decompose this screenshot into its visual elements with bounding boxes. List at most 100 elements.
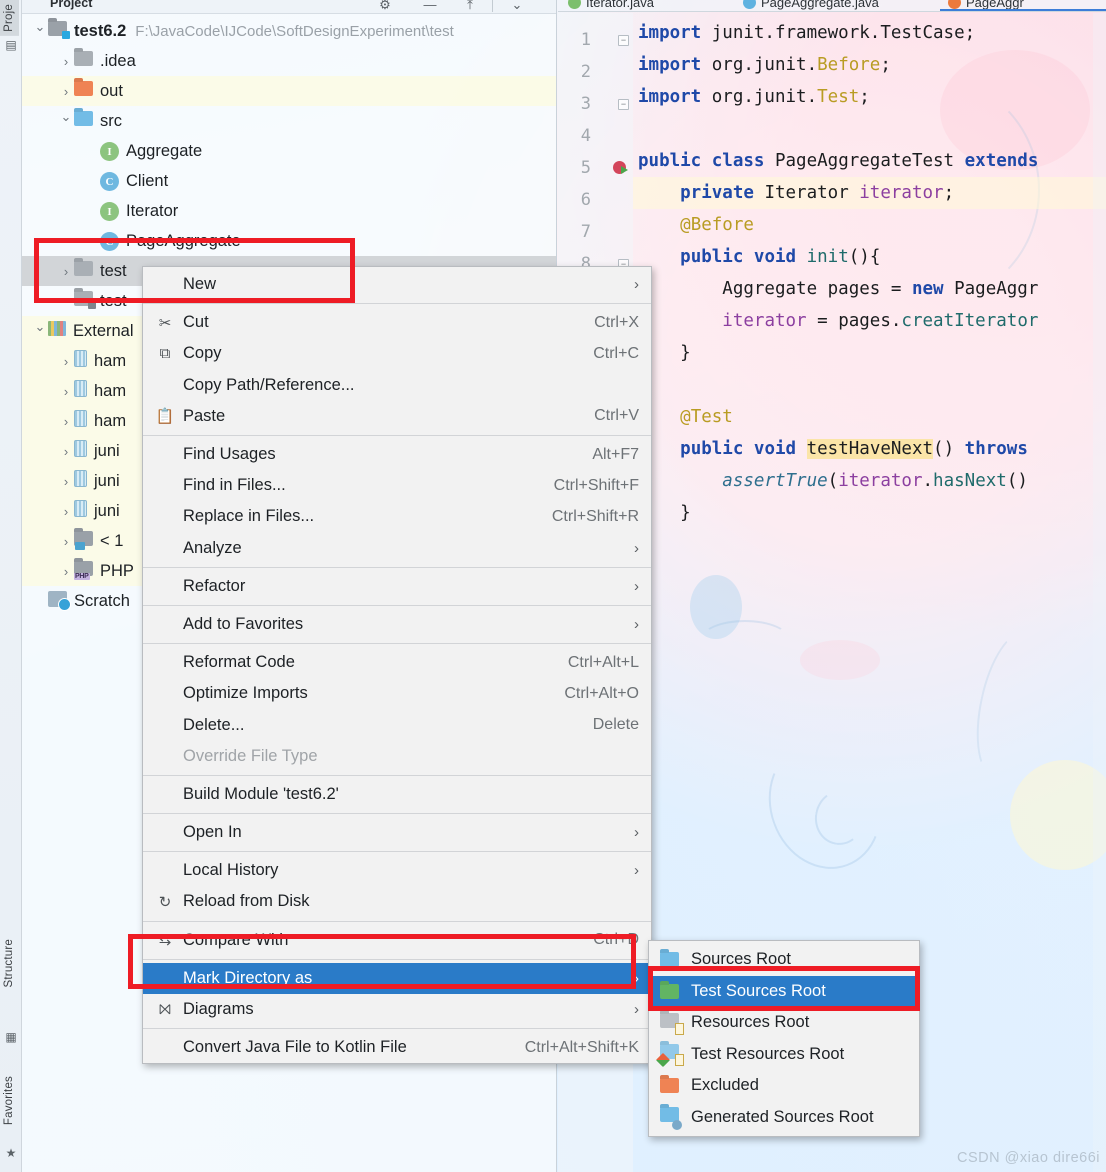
menu-item-compare-with[interactable]: ⇆ Compare With Ctrl+D [143,925,651,956]
chevron-right-icon: › [634,577,639,595]
chevron-right-icon[interactable] [58,564,74,579]
tree-row[interactable]: test6.2 F:\JavaCode\IJCode\SoftDesignExpe… [22,16,556,46]
menu-item-shortcut: Ctrl+Shift+F [553,476,639,494]
menu-item-new[interactable]: New › [143,269,651,300]
menu-item-add-to-favorites[interactable]: Add to Favorites › [143,609,651,640]
menu-separator [143,920,651,922]
menu-item-label: Reformat Code [183,653,295,672]
submenu-item-test-sources-root[interactable]: Test Sources Root [649,975,919,1007]
menu-item-find-in-files[interactable]: Find in Files... Ctrl+Shift+F [143,470,651,501]
tree-row[interactable]: I Iterator [22,196,556,226]
menu-item-shortcut: Delete [592,716,639,734]
submenu-item-sources-root[interactable]: Sources Root [649,944,919,976]
tree-item-label: ham [94,411,127,430]
editor-tab-iterator[interactable]: Iterator.java [568,0,654,10]
editor-tab-bar: Iterator.java PageAggregate.java PageAgg… [558,0,1106,12]
external-libraries-icon [48,321,66,341]
tree-row[interactable]: C Client [22,166,556,196]
menu-item-optimize-imports[interactable]: Optimize Imports Ctrl+Alt+O [143,678,651,709]
tree-item-label: PHP [100,561,134,580]
submenu-item-label: Excluded [691,1076,759,1095]
chevron-right-icon[interactable] [58,474,74,489]
chevron-right-icon: › [634,539,639,557]
menu-item-shortcut: Ctrl+X [594,313,639,331]
minimize-icon[interactable]: — [422,0,438,12]
resources-folder-icon [660,1012,684,1035]
submenu-item-resources-root[interactable]: Resources Root [649,1007,919,1039]
chevron-right-icon[interactable] [58,54,74,69]
chevron-down-icon[interactable] [32,323,48,339]
menu-item-label: Paste [183,406,226,425]
menu-item-replace-in-files[interactable]: Replace in Files... Ctrl+Shift+R [143,501,651,532]
menu-separator [143,643,651,645]
run-test-gutter-icon[interactable] [613,161,629,177]
jar-icon [74,440,87,462]
menu-item-diagrams[interactable]: ⨝ Diagrams › [143,994,651,1025]
fold-marker[interactable]: − [618,35,629,46]
class-icon: C [100,231,119,252]
submenu-item-excluded[interactable]: Excluded [649,1070,919,1102]
chevron-right-icon[interactable] [58,534,74,549]
chevron-right-icon[interactable] [58,264,74,279]
menu-separator [143,434,651,436]
menu-item-shortcut: Ctrl+Shift+R [551,507,639,525]
interface-file-icon [568,0,581,9]
chevron-down-icon[interactable]: ⌄ [509,0,525,12]
menu-item-reload-from-disk[interactable]: ↻ Reload from Disk [143,886,651,917]
chevron-down-icon[interactable] [32,23,48,39]
tool-window-button-favorites[interactable]: Favorites [0,1072,19,1129]
compare-icon: ⇆ [158,932,172,950]
tree-item-label: src [100,111,122,130]
menu-item-convert-java-file-to-kotlin-file[interactable]: Convert Java File to Kotlin File Ctrl+Alt… [143,1032,651,1063]
chevron-right-icon[interactable] [58,414,74,429]
menu-item-mark-directory-as[interactable]: Mark Directory as › [143,962,651,994]
line-number: 4 [580,126,591,146]
tool-window-button-structure[interactable]: Structure [0,935,19,991]
menu-item-label: Convert Java File to Kotlin File [183,1038,407,1057]
active-tab-indicator [940,9,1106,11]
tree-row[interactable]: I Aggregate [22,136,556,166]
menu-item-cut[interactable]: ✂ Cut Ctrl+X [143,307,651,338]
php-folder-icon: PHP [74,561,93,581]
menu-item-build-module-test6-2[interactable]: Build Module 'test6.2' [143,779,651,810]
module-file-icon [74,291,96,311]
line-number: 3 [580,94,591,114]
tree-row[interactable]: .idea [22,46,556,76]
menu-item-paste[interactable]: 📋 Paste Ctrl+V [143,401,651,432]
tool-window-button-project[interactable]: Proje [0,0,19,36]
submenu-item-test-resources-root[interactable]: Test Resources Root [649,1039,919,1071]
tree-row[interactable]: src [22,106,556,136]
submenu-item-generated-sources-root[interactable]: Generated Sources Root [649,1102,919,1134]
menu-separator [143,303,651,305]
jar-icon [74,350,87,372]
line-number: 2 [580,62,591,82]
collapse-all-icon[interactable]: ⤒ [462,0,478,12]
star-icon: ★ [5,1146,17,1160]
menu-item-copy[interactable]: ⧉ Copy Ctrl+C [143,338,651,369]
editor-tab-pageaggregate[interactable]: PageAggregate.java [743,0,879,10]
generated-folder-icon [660,1107,682,1131]
scratches-icon [48,590,71,612]
tree-row[interactable]: out [22,76,556,106]
copy-icon: ⧉ [159,345,171,363]
chevron-right-icon[interactable] [58,504,74,519]
fold-marker[interactable]: − [618,99,629,110]
menu-item-refactor[interactable]: Refactor › [143,571,651,602]
menu-item-label: Local History [183,861,279,880]
tree-item-label: Iterator [126,201,179,220]
gear-icon[interactable]: ⚙ [377,0,393,12]
chevron-right-icon[interactable] [58,444,74,459]
editor-scrollbar[interactable] [1093,13,1106,1172]
menu-item-local-history[interactable]: Local History › [143,855,651,886]
chevron-right-icon[interactable] [58,384,74,399]
chevron-right-icon[interactable] [58,354,74,369]
menu-item-delete[interactable]: Delete... Delete [143,709,651,740]
menu-item-reformat-code[interactable]: Reformat Code Ctrl+Alt+L [143,647,651,678]
chevron-right-icon[interactable] [58,84,74,99]
menu-item-analyze[interactable]: Analyze › [143,533,651,564]
menu-item-copy-path-reference[interactable]: Copy Path/Reference... [143,370,651,401]
menu-item-find-usages[interactable]: Find Usages Alt+F7 [143,439,651,470]
chevron-down-icon[interactable] [58,113,74,129]
tree-row[interactable]: C PageAggregate [22,226,556,256]
menu-item-open-in[interactable]: Open In › [143,817,651,848]
